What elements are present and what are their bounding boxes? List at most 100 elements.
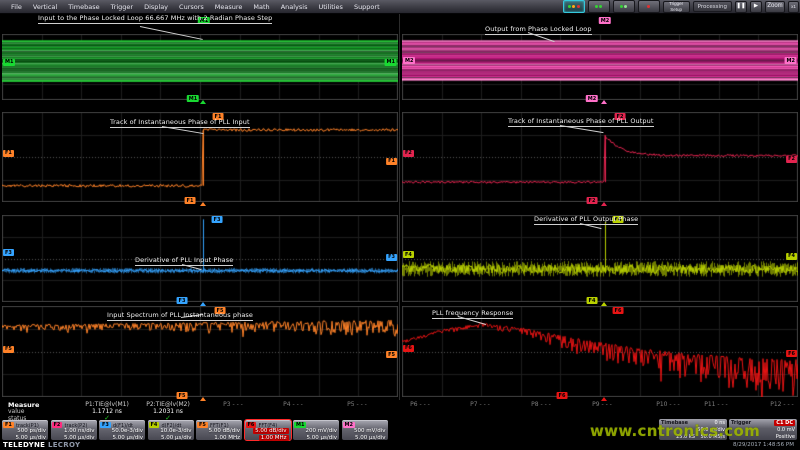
marker-M2-top[interactable]: M2 [599, 17, 611, 24]
menu-item-trigger[interactable]: Trigger [111, 3, 133, 11]
marker-F4-right[interactable]: F4 [786, 253, 797, 260]
trace-descriptor-F3[interactable]: F3d(F1)/dt50.0e-3/div5.00 µs/div [99, 420, 145, 440]
watermark: www.cntronics.com [590, 422, 760, 440]
zoom-button[interactable]: Zoom [765, 1, 785, 13]
marker-F6-right[interactable]: F6 [786, 350, 797, 357]
annotation-F2: Track of Instantaneous Phase of PLL Outp… [508, 117, 654, 127]
brand-name: TELEDYNE [3, 441, 45, 449]
marker-F2-bottom[interactable]: F2 [587, 197, 598, 204]
menu-item-analysis[interactable]: Analysis [281, 3, 308, 11]
grid-M2 [402, 34, 798, 100]
measure-column-header[interactable]: P12 - - - [737, 401, 800, 408]
marker-F2-left[interactable]: F2 [403, 150, 414, 157]
trace-descriptor-F4[interactable]: F4d(F2)/dt10.0e-3/div5.00 µs/div [148, 420, 194, 440]
trace-tab-F2: F2 [52, 422, 63, 428]
trigger-position-icon [601, 100, 607, 104]
marker-F3-bottom[interactable]: F3 [177, 297, 188, 304]
trigger-position-icon [601, 397, 607, 401]
annotation-F6: PLL frequency Response [432, 309, 513, 319]
play-icon: ▶ [754, 3, 758, 9]
annotation-F1: Track of Instantaneous Phase of PLL Inpu… [110, 118, 250, 128]
grid-F6 [402, 306, 798, 397]
menu-item-support[interactable]: Support [354, 3, 380, 11]
marker-F5-bottom[interactable]: F5 [177, 392, 188, 399]
trigger-setup-button[interactable]: Trigger Setup [663, 1, 690, 13]
zoom-factor-button[interactable]: x1 [788, 1, 799, 13]
trace-horizontal-scale: 5.00 µs/div [307, 435, 338, 441]
menu-item-measure[interactable]: Measure [215, 3, 243, 11]
marker-F6-top[interactable]: F6 [613, 307, 624, 314]
analysis-shortcut-2-icon[interactable] [588, 0, 610, 13]
annotation-F4: Derivative of PLL Output Phase [534, 215, 638, 225]
analysis-shortcut-1-icon[interactable] [563, 0, 585, 13]
annotation-M2: Output from Phase Locked Loop [485, 25, 592, 35]
menu-item-vertical[interactable]: Vertical [33, 3, 57, 11]
marker-F6-left[interactable]: F6 [403, 345, 414, 352]
waveform-display-M2[interactable] [402, 34, 798, 100]
trace-descriptor-M2[interactable]: M2500 mV/div5.00 µs/div [342, 420, 388, 440]
trigger-source-badge: C1 DC [774, 420, 795, 426]
trigger-position-icon [601, 302, 607, 306]
trace-descriptor-F5[interactable]: F5FFT(F1)5.00 dB/div1.00 MHz [196, 420, 242, 440]
trace-vertical-scale: 200 mV/div [306, 428, 338, 434]
annotation-M1: Input to the Phase Locked Loop 66.667 MH… [38, 14, 272, 24]
trace-descriptor-F1[interactable]: F1track(P1)500 ps/div5.00 µs/div [2, 420, 48, 440]
marker-F1-right[interactable]: F1 [386, 158, 397, 165]
menu-item-math[interactable]: Math [253, 3, 269, 11]
marker-F1-left[interactable]: F1 [3, 150, 14, 157]
menu-item-cursors[interactable]: Cursors [179, 3, 204, 11]
menu-item-timebase[interactable]: Timebase [68, 3, 99, 11]
pause-icon: ❚❚ [736, 3, 745, 9]
trace-horizontal-scale: 5.00 µs/div [355, 435, 386, 441]
marker-F6-bottom[interactable]: F6 [557, 392, 568, 399]
trace-descriptor-M1[interactable]: M1200 mV/div5.00 µs/div [293, 420, 339, 440]
marker-M1-left[interactable]: M1 [3, 59, 15, 66]
marker-F4-left[interactable]: F4 [403, 251, 414, 258]
marker-F5-right[interactable]: F5 [386, 351, 397, 358]
menu-item-utilities[interactable]: Utilities [318, 3, 342, 11]
trace-vertical-scale: 500 ps/div [17, 428, 46, 434]
marker-M2-right[interactable]: M2 [785, 57, 797, 64]
analysis-shortcut-3-icon[interactable] [613, 0, 635, 13]
marker-F2-right[interactable]: F2 [786, 156, 797, 163]
processing-status: Processing [693, 1, 732, 12]
marker-F4-bottom[interactable]: F4 [587, 297, 598, 304]
icon-dot [595, 5, 598, 8]
menu-item-display[interactable]: Display [144, 3, 168, 11]
trace-tab-F4: F4 [149, 422, 160, 428]
marker-F3-top[interactable]: F3 [212, 216, 223, 223]
trace-descriptor-F6[interactable]: F6FFT(F4)5.00 dB/div1.00 MHz [245, 420, 291, 440]
play-button[interactable]: ▶ [750, 1, 762, 13]
oscilloscope-screen: File Vertical Timebase Trigger Display Cursor… [0, 0, 800, 450]
trace-vertical-scale: 5.00 dB/div [253, 428, 288, 434]
teledyne-lecroy-logo: TELEDYNE LECROY [3, 441, 80, 449]
toolbar: Trigger Setup Processing ❚❚ ▶ Zoom x1 [563, 0, 799, 13]
trace-horizontal-scale: 5.00 µs/div [16, 435, 47, 441]
pause-button[interactable]: ❚❚ [735, 1, 747, 13]
trace-descriptor-F2[interactable]: F2track(P2)1.00 ns/div5.00 µs/div [51, 420, 97, 440]
toolbar-icon-group [563, 0, 660, 13]
trace-horizontal-scale: 5.00 µs/div [113, 435, 144, 441]
icon-dot [624, 5, 627, 8]
icon-dot [620, 5, 623, 8]
marker-F5-left[interactable]: F5 [3, 346, 14, 353]
trace-horizontal-scale: 1.00 MHz [259, 435, 289, 441]
waveform-display-F6[interactable] [402, 306, 798, 397]
trace-vertical-scale: 5.00 dB/div [209, 428, 240, 434]
analysis-shortcut-4-icon[interactable] [638, 0, 660, 13]
trace-horizontal-scale: 1.00 MHz [214, 435, 240, 441]
marker-F3-right[interactable]: F3 [386, 254, 397, 261]
icon-dot [599, 5, 602, 8]
trace-tab-F3: F3 [100, 422, 111, 428]
annotation-F5: Input Spectrum of PLL Instantaneous phas… [107, 311, 253, 321]
marker-M2-left[interactable]: M2 [403, 57, 415, 64]
menu-item-file[interactable]: File [11, 3, 22, 11]
marker-M1-bottom[interactable]: M1 [187, 95, 199, 102]
marker-M2-bottom[interactable]: M2 [586, 95, 598, 102]
trigger-position-icon [200, 302, 206, 306]
marker-M1-right[interactable]: M1 [385, 59, 397, 66]
annotation-F3: Derivative of PLL Input Phase [135, 256, 233, 266]
marker-F3-left[interactable]: F3 [3, 249, 14, 256]
waveform-display-M1[interactable] [2, 34, 398, 100]
marker-F1-bottom[interactable]: F1 [185, 197, 196, 204]
